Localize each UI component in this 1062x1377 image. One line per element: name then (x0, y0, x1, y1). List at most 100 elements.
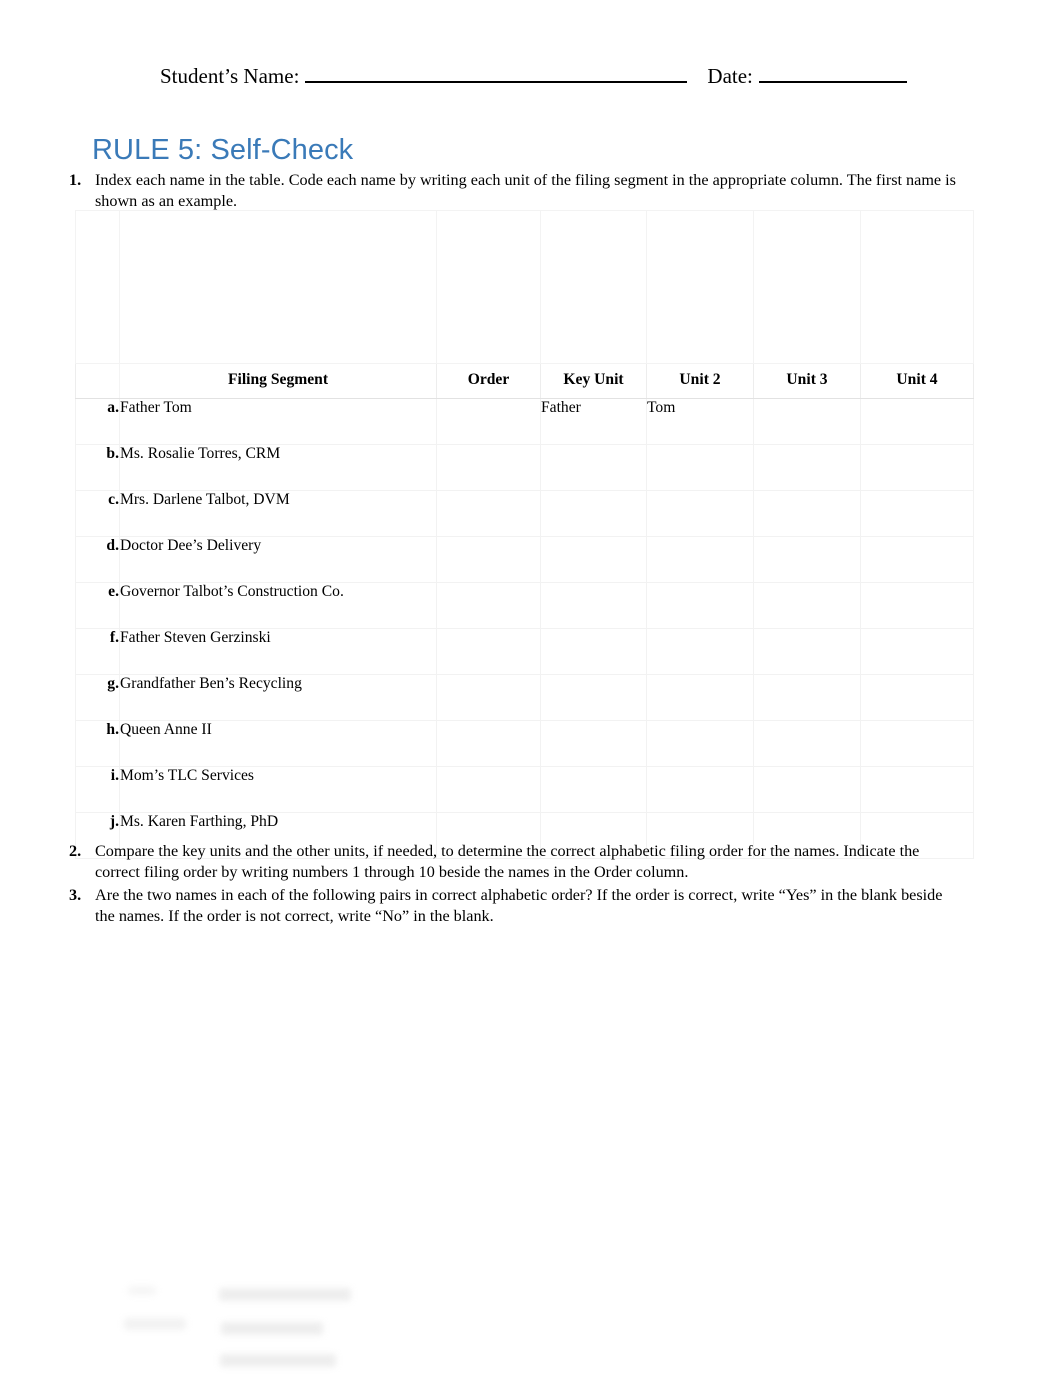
faint-artifact-mark (219, 1288, 351, 1301)
row-unit3-cell[interactable] (753, 490, 861, 537)
row-order-cell[interactable] (436, 582, 541, 629)
row-letter: c. (75, 490, 120, 537)
row-filing-segment: Father Tom (119, 398, 437, 445)
row-unit3-cell[interactable] (753, 766, 861, 813)
row-order-cell[interactable] (436, 628, 541, 675)
column-header-filing-segment: Filing Segment (119, 363, 437, 399)
instruction-item-2: 2. Compare the key units and the other u… (62, 841, 952, 883)
row-key-unit-cell[interactable] (540, 582, 647, 629)
document-page: Student’s Name: Date: RULE 5: Self-Check… (0, 0, 1062, 1377)
row-unit2-cell[interactable] (646, 490, 754, 537)
column-header-key-unit: Key Unit (540, 363, 647, 399)
row-order-cell[interactable] (436, 490, 541, 537)
row-letter: b. (75, 444, 120, 491)
instruction-item-3: 3. Are the two names in each of the foll… (62, 885, 952, 927)
row-unit2-cell[interactable] (646, 720, 754, 767)
table-row: i. Mom’s TLC Services (75, 766, 974, 813)
student-name-label: Student’s Name: (160, 64, 300, 88)
table-row: a. Father Tom Father Tom (75, 398, 974, 445)
table-row: h. Queen Anne II (75, 720, 974, 767)
spacer-cell-segment (119, 210, 437, 364)
row-unit2-cell[interactable] (646, 674, 754, 721)
row-letter: e. (75, 582, 120, 629)
student-name-blank[interactable] (305, 62, 688, 83)
instruction-item-1: 1. Index each name in the table. Code ea… (62, 170, 977, 212)
date-label: Date: (707, 64, 753, 88)
row-letter: i. (75, 766, 120, 813)
row-filing-segment: Governor Talbot’s Construction Co. (119, 582, 437, 629)
row-filing-segment: Mom’s TLC Services (119, 766, 437, 813)
filing-table: Filing Segment Order Key Unit Unit 2 Uni… (75, 210, 974, 859)
row-unit2-cell[interactable] (646, 582, 754, 629)
spacer-cell-unit2 (646, 210, 754, 364)
row-letter: f. (75, 628, 120, 675)
table-spacer-row (75, 210, 974, 364)
instruction-number-2: 2. (69, 842, 82, 860)
row-unit4-cell[interactable] (860, 398, 974, 445)
row-unit2-cell[interactable] (646, 628, 754, 675)
row-key-unit-cell[interactable] (540, 628, 647, 675)
row-filing-segment: Ms. Rosalie Torres, CRM (119, 444, 437, 491)
row-unit4-cell[interactable] (860, 444, 974, 491)
faint-artifact-mark (124, 1318, 186, 1330)
page-title: RULE 5: Self-Check (92, 134, 354, 166)
row-key-unit-cell[interactable] (540, 720, 647, 767)
row-unit4-cell[interactable] (860, 766, 974, 813)
spacer-cell-unit3 (753, 210, 861, 364)
spacer-cell-unit4 (860, 210, 974, 364)
column-header-unit2: Unit 2 (646, 363, 754, 399)
spacer-cell-order (436, 210, 541, 364)
row-filing-segment: Father Steven Gerzinski (119, 628, 437, 675)
date-blank[interactable] (758, 62, 907, 83)
row-filing-segment: Doctor Dee’s Delivery (119, 536, 437, 583)
table-row: b. Ms. Rosalie Torres, CRM (75, 444, 974, 491)
row-unit3-cell[interactable] (753, 674, 861, 721)
instruction-text-3: Are the two names in each of the followi… (95, 886, 943, 926)
row-key-unit-cell[interactable] (540, 490, 647, 537)
faint-artifact-mark (128, 1286, 156, 1295)
instruction-number-1: 1. (69, 171, 82, 189)
instruction-text-1: Index each name in the table. Code each … (95, 171, 956, 211)
table-row: e. Governor Talbot’s Construction Co. (75, 582, 974, 629)
table-row: c. Mrs. Darlene Talbot, DVM (75, 490, 974, 537)
row-unit2-cell[interactable]: Tom (646, 398, 754, 445)
faint-artifact-mark (220, 1354, 336, 1367)
row-key-unit-cell[interactable] (540, 444, 647, 491)
instruction-text-2: Compare the key units and the other unit… (95, 842, 920, 882)
column-header-letter (75, 363, 120, 399)
table-row: f. Father Steven Gerzinski (75, 628, 974, 675)
row-unit3-cell[interactable] (753, 582, 861, 629)
row-order-cell[interactable] (436, 766, 541, 813)
row-unit3-cell[interactable] (753, 720, 861, 767)
row-filing-segment: Mrs. Darlene Talbot, DVM (119, 490, 437, 537)
row-order-cell[interactable] (436, 444, 541, 491)
row-unit4-cell[interactable] (860, 536, 974, 583)
row-unit2-cell[interactable] (646, 536, 754, 583)
row-key-unit-cell[interactable] (540, 536, 647, 583)
row-unit4-cell[interactable] (860, 674, 974, 721)
faint-artifact-mark (221, 1322, 323, 1335)
row-key-unit-cell[interactable] (540, 674, 647, 721)
row-letter: h. (75, 720, 120, 767)
row-order-cell[interactable] (436, 398, 541, 445)
row-unit4-cell[interactable] (860, 628, 974, 675)
row-unit3-cell[interactable] (753, 628, 861, 675)
row-unit3-cell[interactable] (753, 444, 861, 491)
row-key-unit-cell[interactable]: Father (540, 398, 647, 445)
row-unit4-cell[interactable] (860, 490, 974, 537)
row-unit3-cell[interactable] (753, 536, 861, 583)
row-unit4-cell[interactable] (860, 720, 974, 767)
row-unit2-cell[interactable] (646, 444, 754, 491)
row-unit4-cell[interactable] (860, 582, 974, 629)
row-order-cell[interactable] (436, 674, 541, 721)
row-letter: d. (75, 536, 120, 583)
row-unit3-cell[interactable] (753, 398, 861, 445)
row-key-unit-cell[interactable] (540, 766, 647, 813)
filing-table-wrapper: Filing Segment Order Key Unit Unit 2 Uni… (75, 210, 974, 859)
table-row: g. Grandfather Ben’s Recycling (75, 674, 974, 721)
row-unit2-cell[interactable] (646, 766, 754, 813)
row-filing-segment: Grandfather Ben’s Recycling (119, 674, 437, 721)
row-filing-segment: Queen Anne II (119, 720, 437, 767)
row-order-cell[interactable] (436, 536, 541, 583)
row-order-cell[interactable] (436, 720, 541, 767)
